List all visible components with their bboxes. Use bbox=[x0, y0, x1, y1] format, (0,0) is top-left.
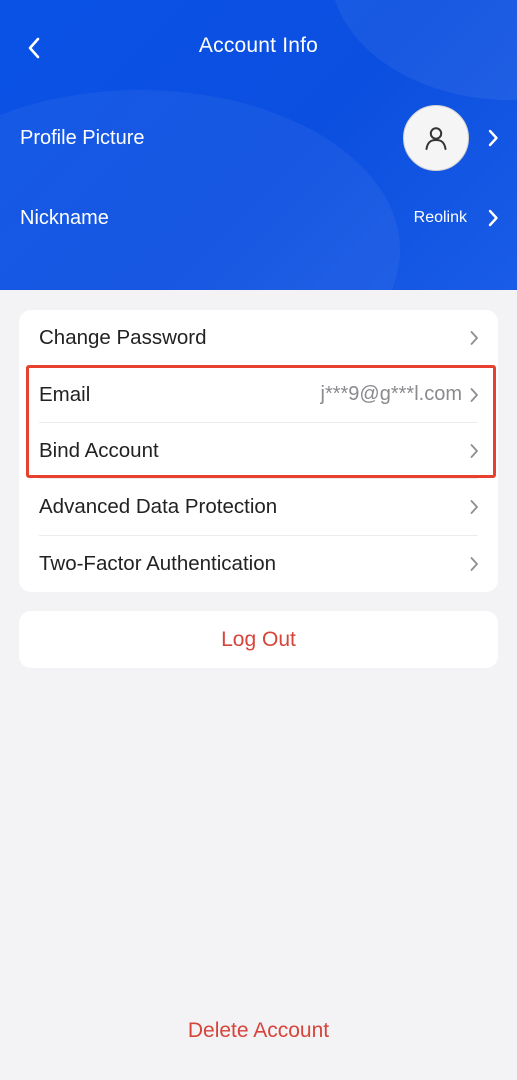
nickname-value: Reolink bbox=[413, 209, 467, 226]
user-icon bbox=[425, 127, 447, 150]
advanced-data-protection-item[interactable]: Advanced Data Protection bbox=[19, 479, 498, 536]
logout-label: Log Out bbox=[221, 627, 296, 651]
nickname-label: Nickname bbox=[20, 206, 109, 229]
chevron-right-icon bbox=[470, 387, 478, 402]
avatar[interactable] bbox=[403, 105, 469, 171]
chevron-right-icon bbox=[470, 556, 478, 571]
chevron-right-icon bbox=[470, 444, 478, 458]
email-value: j***9@g***l.com bbox=[320, 383, 462, 406]
email-item[interactable]: Email j***9@g***l.com bbox=[19, 366, 498, 423]
chevron-right-icon bbox=[470, 500, 478, 515]
list-item-label: Bind Account bbox=[39, 438, 159, 462]
change-password-item[interactable]: Change Password bbox=[19, 310, 498, 367]
list-item-label: Email bbox=[39, 382, 91, 406]
two-factor-authentication-item[interactable]: Two-Factor Authentication bbox=[19, 536, 498, 592]
list-item-label: Change Password bbox=[39, 326, 207, 350]
profile-picture-label: Profile Picture bbox=[20, 126, 145, 149]
list-item-label: Two-Factor Authentication bbox=[39, 551, 277, 575]
chevron-right-icon bbox=[488, 209, 498, 227]
nickname-row[interactable]: Nickname Reolink bbox=[0, 196, 517, 240]
list-item-label: Advanced Data Protection bbox=[39, 495, 278, 519]
profile-picture-row[interactable]: Profile Picture bbox=[0, 105, 517, 171]
page-title: Account Info bbox=[198, 34, 319, 57]
account-settings-list: Change Password Email j***9@g***l.com Bi… bbox=[19, 310, 498, 592]
bind-account-item[interactable]: Bind Account bbox=[19, 423, 498, 480]
account-header: Account Info Profile Picture Nickname Re… bbox=[0, 0, 517, 290]
delete-account-button[interactable]: Delete Account bbox=[0, 1019, 517, 1043]
logout-button[interactable]: Log Out bbox=[19, 611, 498, 668]
chevron-right-icon bbox=[488, 129, 498, 147]
chevron-right-icon bbox=[470, 331, 478, 346]
